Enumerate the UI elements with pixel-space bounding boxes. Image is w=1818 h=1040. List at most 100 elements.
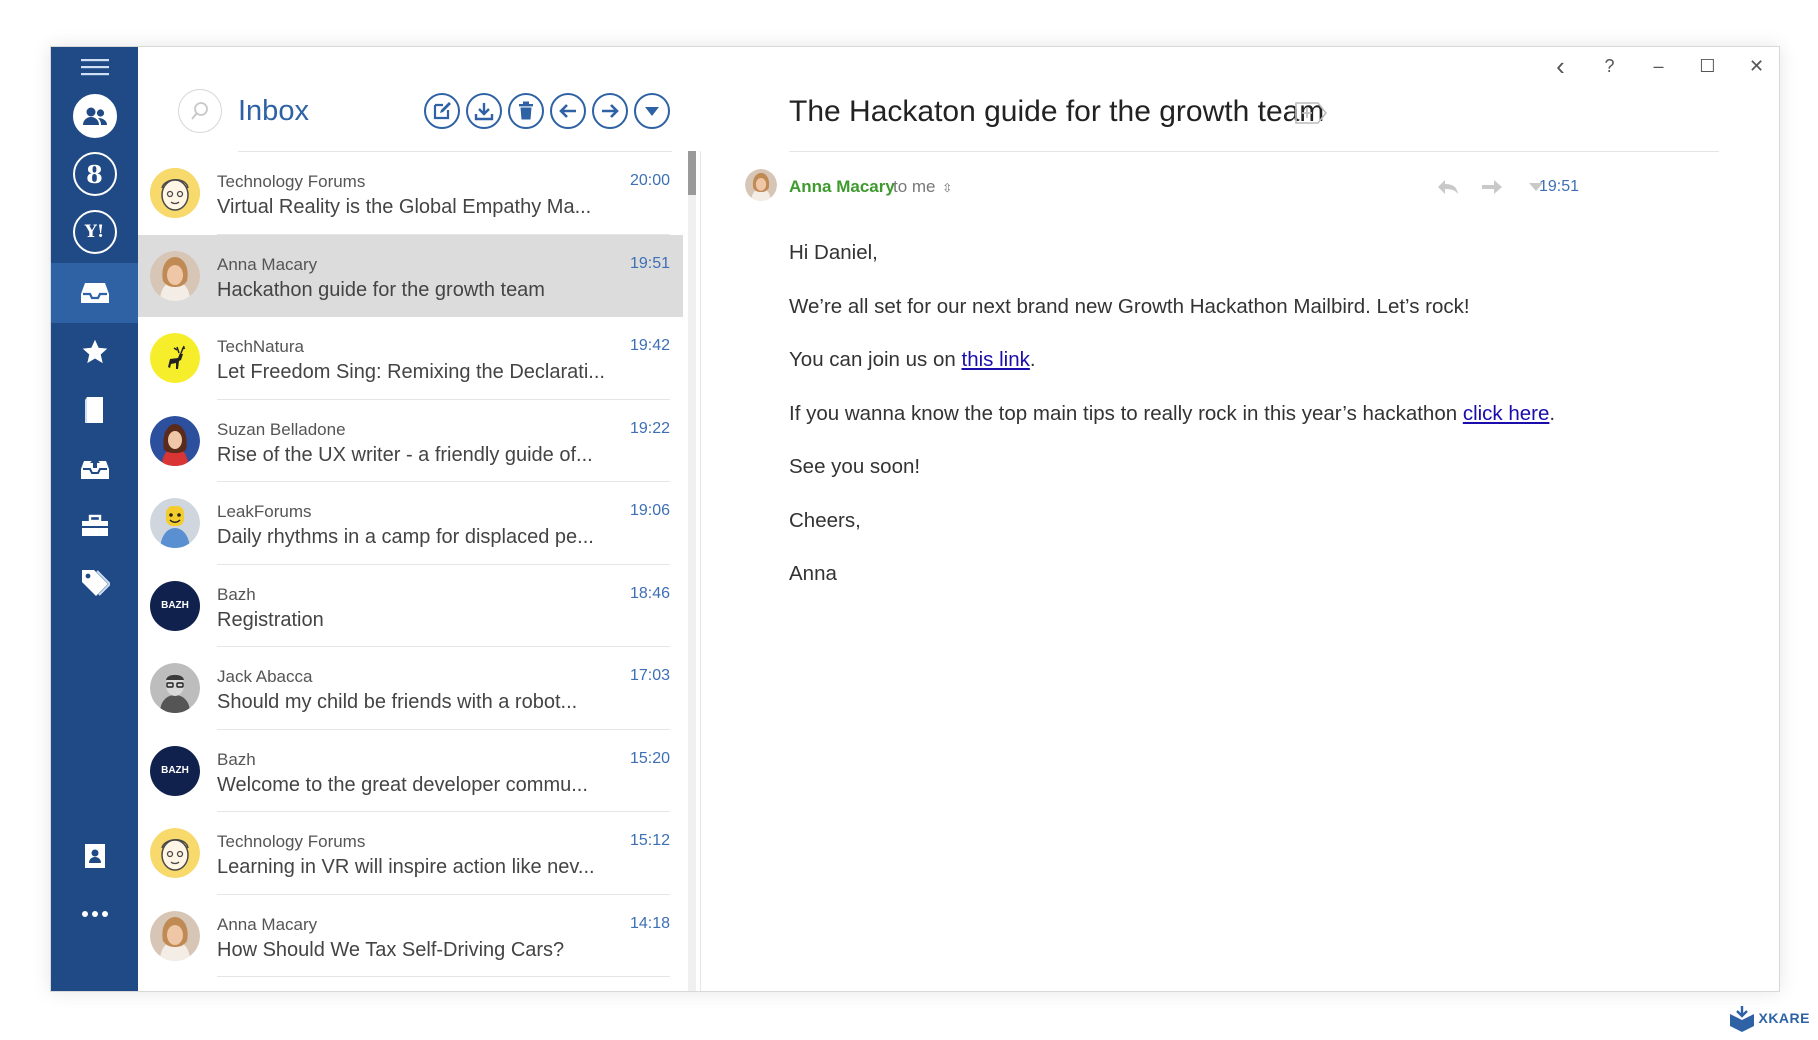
- help-button[interactable]: ?: [1585, 47, 1634, 85]
- forward-message-button[interactable]: [1475, 173, 1509, 201]
- reply-icon: [1438, 180, 1458, 194]
- sidebar: 8 Y!: [51, 47, 138, 991]
- subject: Rise of the UX writer - a friendly guide…: [217, 443, 593, 466]
- account-yahoo-button[interactable]: Y!: [51, 203, 138, 261]
- close-button[interactable]: ✕: [1732, 47, 1779, 85]
- forward-button[interactable]: [592, 93, 628, 129]
- forward-arrow-icon: [1482, 180, 1502, 194]
- arrow-right-icon: [602, 104, 619, 118]
- sender: Jack Abacca: [217, 667, 313, 686]
- email-body: Hi Daniel, We’re all set for our next br…: [789, 241, 1689, 616]
- box-logo-icon: [1730, 1006, 1755, 1032]
- time: 19:22: [629, 419, 670, 437]
- list-item[interactable]: Technology Forums Virtual Reality is the…: [138, 152, 683, 235]
- list-item[interactable]: Anna Macary How Should We Tax Self-Drivi…: [138, 895, 683, 977]
- star-icon: [82, 339, 107, 364]
- time: 15:20: [629, 749, 670, 767]
- archive-tray-icon: [80, 457, 109, 479]
- account-all-button[interactable]: [51, 87, 138, 145]
- deer-logo-avatar: [150, 333, 200, 383]
- sender: Bazh: [217, 584, 256, 604]
- subject: Learning in VR will inspire action like …: [217, 856, 595, 878]
- sender: Technology Forums: [217, 832, 366, 851]
- sender: Anna Macary: [217, 254, 318, 274]
- list-item[interactable]: Jack Abacca Should my child be friends w…: [138, 647, 683, 730]
- sender-name[interactable]: Anna Macary: [789, 177, 895, 197]
- account-google-button[interactable]: 8: [51, 145, 138, 203]
- subject: Hackathon guide for the growth team: [217, 278, 545, 301]
- body-line: Cheers,: [789, 508, 861, 532]
- time: 20:00: [629, 172, 670, 189]
- trash-icon: [519, 101, 533, 120]
- search-icon: [191, 102, 208, 120]
- message-list: Technology Forums Virtual Reality is the…: [138, 152, 683, 977]
- address-book-icon: [84, 844, 105, 868]
- caret-down-icon: [645, 107, 659, 116]
- recipients-toggle[interactable]: to me ⇳: [893, 177, 952, 197]
- folder-briefcase-button[interactable]: [51, 497, 138, 555]
- folder-drafts-button[interactable]: [51, 381, 138, 439]
- message-list-pane: Inbox Technology Forums Virtual Reality …: [138, 47, 701, 991]
- folder-title: Inbox: [238, 95, 309, 127]
- maximize-button[interactable]: ☐: [1683, 47, 1732, 85]
- divider: [789, 151, 1719, 152]
- yahoo-icon: Y!: [72, 210, 117, 254]
- list-item[interactable]: LeakForums Daily rhythms in a camp for d…: [138, 482, 683, 565]
- subject: Let Freedom Sing: Remixing the Declarati…: [217, 361, 605, 383]
- more-dots-icon: [81, 911, 108, 917]
- click-here-link[interactable]: click here: [1463, 402, 1550, 425]
- minimize-button[interactable]: –: [1634, 47, 1683, 85]
- time: 19:42: [629, 337, 670, 354]
- scrollbar-thumb[interactable]: [688, 151, 696, 195]
- folder-inbox-button[interactable]: [51, 263, 138, 323]
- time: 15:12: [629, 832, 670, 849]
- subject: Daily rhythms in a camp for displaced pe…: [217, 526, 594, 548]
- woman-photo-avatar: [150, 910, 200, 961]
- tag-plus-icon: [1295, 102, 1328, 124]
- more-button[interactable]: [51, 885, 138, 943]
- list-item-selected[interactable]: Anna Macary Hackathon guide for the grow…: [138, 234, 683, 317]
- updown-chevron-icon: ⇳: [942, 181, 953, 195]
- window-controls: ‹ ? – ☐ ✕: [1536, 47, 1779, 85]
- subject: Welcome to the great developer commu...: [217, 773, 588, 796]
- download-button[interactable]: [466, 93, 502, 129]
- sender: Bazh: [217, 749, 256, 769]
- received-time: 19:51: [1539, 178, 1580, 195]
- signature: Anna: [789, 562, 837, 585]
- sender: Suzan Belladone: [217, 419, 346, 439]
- hamburger-menu-button[interactable]: [51, 47, 138, 87]
- search-button[interactable]: [178, 89, 222, 133]
- add-tag-button[interactable]: [1294, 101, 1328, 125]
- more-actions-button[interactable]: [634, 93, 670, 129]
- document-icon: [84, 397, 103, 423]
- list-item[interactable]: BAZH Bazh Welcome to the great developer…: [138, 730, 683, 812]
- cartoon-face-avatar: [150, 828, 200, 878]
- recipients-label: to me: [893, 177, 936, 196]
- compose-icon: [433, 102, 451, 120]
- man-photo-avatar: [150, 663, 200, 713]
- mail-window: 8 Y! Inbox Technology Forums Virtual Rea…: [50, 46, 1780, 992]
- this-link[interactable]: this link: [962, 348, 1030, 371]
- reply-message-button[interactable]: [1431, 173, 1465, 201]
- folder-tags-button[interactable]: [51, 555, 138, 613]
- folder-starred-button[interactable]: [51, 323, 138, 381]
- time: 14:18: [629, 914, 670, 932]
- contacts-button[interactable]: [51, 827, 138, 885]
- download-icon: [474, 103, 494, 121]
- list-item[interactable]: BAZH Bazh Registration 18:46: [138, 565, 683, 647]
- reply-button[interactable]: [550, 93, 586, 129]
- inbox-tray-icon: [80, 283, 109, 303]
- time: 19:51: [629, 254, 670, 272]
- back-button[interactable]: ‹: [1536, 47, 1585, 85]
- list-item[interactable]: TechNatura Let Freedom Sing: Remixing th…: [138, 317, 683, 400]
- list-item[interactable]: Suzan Belladone Rise of the UX writer - …: [138, 400, 683, 482]
- folder-archive-button[interactable]: [51, 439, 138, 497]
- list-item[interactable]: Technology Forums Learning in VR will in…: [138, 812, 683, 895]
- list-scrollbar[interactable]: [688, 151, 696, 991]
- briefcase-icon: [81, 514, 108, 536]
- compose-button[interactable]: [424, 93, 460, 129]
- watermark-logo: XKARE: [1728, 1004, 1810, 1032]
- sender-avatar: [745, 169, 777, 201]
- body-line: If you wanna know the top main tips to r…: [789, 401, 1556, 425]
- delete-button[interactable]: [508, 93, 544, 129]
